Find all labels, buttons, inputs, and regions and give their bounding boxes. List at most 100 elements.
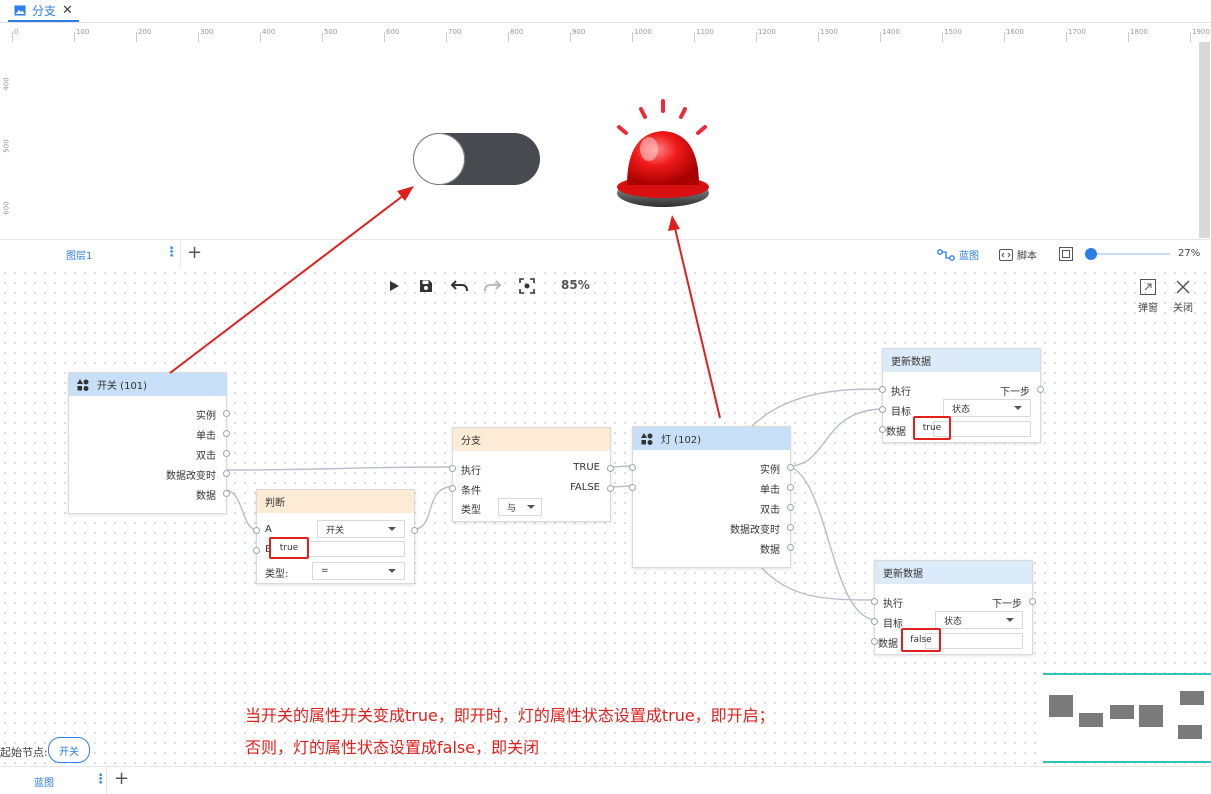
ruler-tick-label: 100 (76, 28, 90, 36)
ruler-tick-label: 600 (386, 28, 400, 36)
param-a-label: A (265, 524, 272, 535)
update-data-node-true[interactable]: 更新数据 执行 下一步 目标 状态 数据 true (879, 348, 1044, 443)
horizontal-ruler: 0 100 200 300 400 500 600 700 800 900 1000 1100 1200… (0, 24, 1211, 42)
document-tab[interactable]: 分支 ✕ (8, 0, 79, 22)
zoom-slider[interactable] (1085, 248, 1170, 260)
annotation-line: 当开关的属性开关变成true，即开时，灯的属性状态设置成true，即开启； (245, 706, 775, 725)
judge-node[interactable]: 判断 A 开关 B true 类型: = (253, 489, 418, 584)
param-a-select[interactable]: 开关 (317, 520, 405, 538)
data-label: 数据 (878, 639, 898, 650)
data-value-highlight[interactable]: false (901, 628, 941, 652)
close-icon[interactable]: ✕ (62, 3, 73, 18)
ruler-tick (1004, 32, 1005, 42)
output-port[interactable] (223, 450, 230, 457)
output-port[interactable] (223, 470, 230, 477)
data-value-highlight[interactable]: true (913, 416, 951, 440)
input-port[interactable] (253, 527, 260, 534)
blueprint-toggle-button[interactable]: 蓝图 (937, 247, 979, 262)
ruler-tick-label: 1600 (1006, 28, 1024, 36)
zoom-slider-thumb[interactable] (1085, 248, 1097, 260)
output-label: 实例 (760, 465, 780, 476)
param-b-value-highlight[interactable]: true (269, 537, 309, 559)
exec-label: 执行 (891, 387, 911, 398)
input-port[interactable] (879, 406, 886, 413)
output-label: 数据 (196, 491, 216, 502)
input-port[interactable] (871, 618, 878, 625)
type-value: = (321, 566, 329, 576)
input-port[interactable] (449, 485, 456, 492)
start-node-chip[interactable]: 开关 (48, 737, 90, 763)
ruler-tick-label: 800 (510, 28, 524, 36)
type-select[interactable]: 与 (498, 498, 542, 516)
chevron-down-icon (388, 569, 396, 573)
ruler-tick-label: 1400 (882, 28, 900, 36)
switch-node[interactable]: 开关 (101) 实例 单击 双击 数据改变时 数据 (68, 372, 230, 514)
output-port[interactable] (411, 527, 418, 534)
input-port[interactable] (879, 386, 886, 393)
input-port[interactable] (253, 547, 260, 554)
input-port[interactable] (629, 464, 636, 471)
output-port[interactable] (787, 484, 794, 491)
output-port[interactable] (607, 465, 614, 472)
switch-node-header: 开关 (101) (69, 373, 226, 396)
output-port[interactable] (787, 524, 794, 531)
input-port[interactable] (449, 465, 456, 472)
fit-screen-icon[interactable] (1059, 247, 1073, 261)
minimap-node (1180, 691, 1204, 705)
alarm-light-icon[interactable] (605, 95, 725, 215)
target-select[interactable]: 状态 (943, 399, 1031, 417)
input-port[interactable] (879, 426, 886, 433)
script-button[interactable]: 脚本 (999, 247, 1037, 262)
output-port[interactable] (223, 410, 230, 417)
light-node-title: 灯 (102) (661, 435, 702, 446)
output-label: 双击 (196, 451, 216, 462)
target-select[interactable]: 状态 (935, 611, 1023, 629)
minimap-node (1110, 705, 1134, 719)
output-port[interactable] (787, 464, 794, 471)
type-select[interactable]: = (312, 562, 405, 580)
blueprint-editor[interactable]: 85% 弹窗 关闭 开关 (101) 实例 单击 双击 数据改变时 数据 判断 … (0, 268, 1211, 765)
output-port[interactable] (223, 430, 230, 437)
ruler-tick-label: 400 (262, 28, 276, 36)
ruler-tick (74, 32, 75, 42)
ruler-tick-label: 500 (324, 28, 338, 36)
param-b-field[interactable] (307, 541, 405, 557)
update-data-node-false[interactable]: 更新数据 执行 下一步 目标 状态 数据 false (871, 560, 1036, 655)
ruler-tick (756, 32, 757, 42)
branch-node-title: 分支 (461, 436, 481, 447)
input-port[interactable] (871, 598, 878, 605)
output-port[interactable] (1029, 598, 1036, 605)
script-label: 脚本 (1017, 251, 1037, 262)
chevron-down-icon (1006, 618, 1014, 622)
output-port[interactable] (1037, 386, 1044, 393)
data-value: false (910, 635, 932, 645)
ruler-tick-label: 1100 (696, 28, 714, 36)
canvas-scrollbar[interactable] (1199, 42, 1210, 238)
toggle-switch-component[interactable] (413, 133, 540, 185)
add-tab-button[interactable]: + (114, 768, 129, 789)
output-label: 数据改变时 (166, 471, 216, 482)
switch-node-title: 开关 (101) (97, 381, 148, 392)
blueprint-tab[interactable]: 蓝图 ⋮ (0, 767, 107, 794)
chevron-down-icon (1014, 406, 1022, 410)
input-port[interactable] (871, 638, 878, 645)
target-value: 状态 (944, 616, 963, 627)
add-layer-button[interactable]: + (187, 242, 202, 263)
ruler-tick (508, 32, 509, 42)
output-port[interactable] (223, 490, 230, 497)
minimap-node (1079, 713, 1103, 727)
more-icon[interactable]: ⋮ (165, 245, 178, 260)
input-port[interactable] (629, 484, 636, 491)
output-port[interactable] (787, 504, 794, 511)
document-tab-bar: 分支 ✕ (0, 0, 1211, 23)
minimap[interactable] (1043, 673, 1211, 763)
layer-tab[interactable]: 图层1 ⋮ (0, 240, 181, 268)
exec-label: 执行 (883, 599, 903, 610)
branch-node[interactable]: 分支 执行 TRUE 条件 FALSE 类型 与 (449, 427, 614, 522)
ruler-tick-label: 300 (200, 28, 214, 36)
output-port[interactable] (787, 544, 794, 551)
output-port[interactable] (607, 485, 614, 492)
more-icon[interactable]: ⋮ (94, 772, 107, 787)
light-node[interactable]: 灯 (102) 实例 单击 双击 数据改变时 数据 (629, 426, 794, 568)
ruler-tick (322, 32, 323, 42)
